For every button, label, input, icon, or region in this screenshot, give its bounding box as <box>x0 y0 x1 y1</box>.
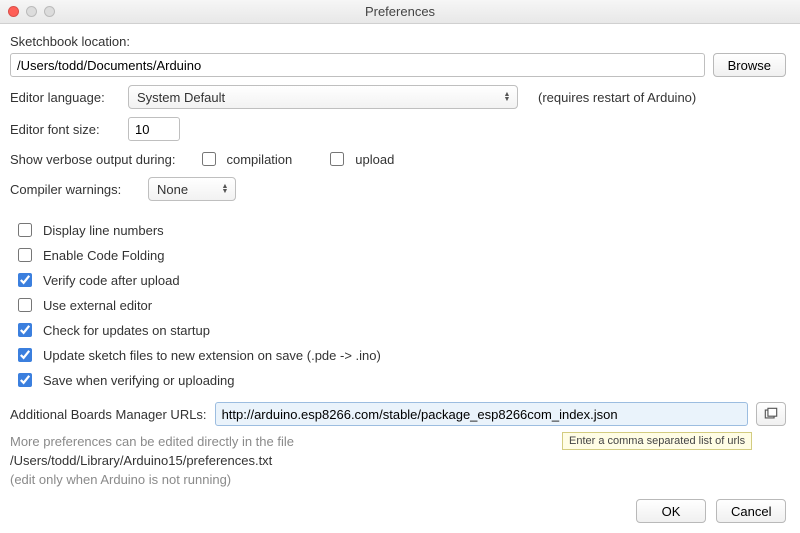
compilation-label: compilation <box>227 152 293 167</box>
upload-label: upload <box>355 152 394 167</box>
close-icon[interactable] <box>8 6 19 17</box>
fontsize-input[interactable] <box>128 117 180 141</box>
language-select[interactable]: System Default ▲▼ <box>128 85 518 109</box>
window-title: Preferences <box>0 4 800 19</box>
boards-tooltip: Enter a comma separated list of urls <box>562 432 752 450</box>
warnings-label: Compiler warnings: <box>10 182 140 197</box>
verbose-label: Show verbose output during: <box>10 152 176 167</box>
ok-button[interactable]: OK <box>636 499 706 523</box>
window-icon <box>764 407 778 421</box>
fontsize-label: Editor font size: <box>10 122 120 137</box>
save-verify-label: Save when verifying or uploading <box>43 373 235 388</box>
warnings-value: None <box>157 182 188 197</box>
browse-button[interactable]: Browse <box>713 53 786 77</box>
boards-expand-button[interactable] <box>756 402 786 426</box>
sketchbook-label: Sketchbook location: <box>10 34 130 49</box>
external-editor-checkbox[interactable] <box>18 298 32 312</box>
minimize-icon[interactable] <box>26 6 37 17</box>
warnings-select[interactable]: None ▲▼ <box>148 177 236 201</box>
display-line-numbers-label: Display line numbers <box>43 223 164 238</box>
compilation-checkbox[interactable] <box>202 152 216 166</box>
verify-upload-label: Verify code after upload <box>43 273 180 288</box>
update-ext-checkbox[interactable] <box>18 348 32 362</box>
chevron-updown-icon: ▲▼ <box>503 92 511 102</box>
check-updates-label: Check for updates on startup <box>43 323 210 338</box>
more-prefs-path: /Users/todd/Library/Arduino15/preference… <box>10 453 786 468</box>
check-updates-checkbox[interactable] <box>18 323 32 337</box>
code-folding-checkbox[interactable] <box>18 248 32 262</box>
chevron-updown-icon: ▲▼ <box>221 184 229 194</box>
update-ext-label: Update sketch files to new extension on … <box>43 348 381 363</box>
content: Sketchbook location: Browse Editor langu… <box>0 24 800 495</box>
footer-buttons: OK Cancel <box>636 499 786 523</box>
sketchbook-path-input[interactable] <box>10 53 705 77</box>
external-editor-label: Use external editor <box>43 298 152 313</box>
cancel-button[interactable]: Cancel <box>716 499 786 523</box>
save-verify-checkbox[interactable] <box>18 373 32 387</box>
display-line-numbers-checkbox[interactable] <box>18 223 32 237</box>
language-value: System Default <box>137 90 225 105</box>
code-folding-label: Enable Code Folding <box>43 248 164 263</box>
language-label: Editor language: <box>10 90 120 105</box>
boards-label: Additional Boards Manager URLs: <box>10 407 207 422</box>
traffic-lights <box>8 6 55 17</box>
language-note: (requires restart of Arduino) <box>538 90 696 105</box>
boards-urls-input[interactable] <box>215 402 748 426</box>
zoom-icon[interactable] <box>44 6 55 17</box>
more-prefs-line3: (edit only when Arduino is not running) <box>10 472 786 487</box>
verify-upload-checkbox[interactable] <box>18 273 32 287</box>
titlebar: Preferences <box>0 0 800 24</box>
upload-checkbox[interactable] <box>330 152 344 166</box>
